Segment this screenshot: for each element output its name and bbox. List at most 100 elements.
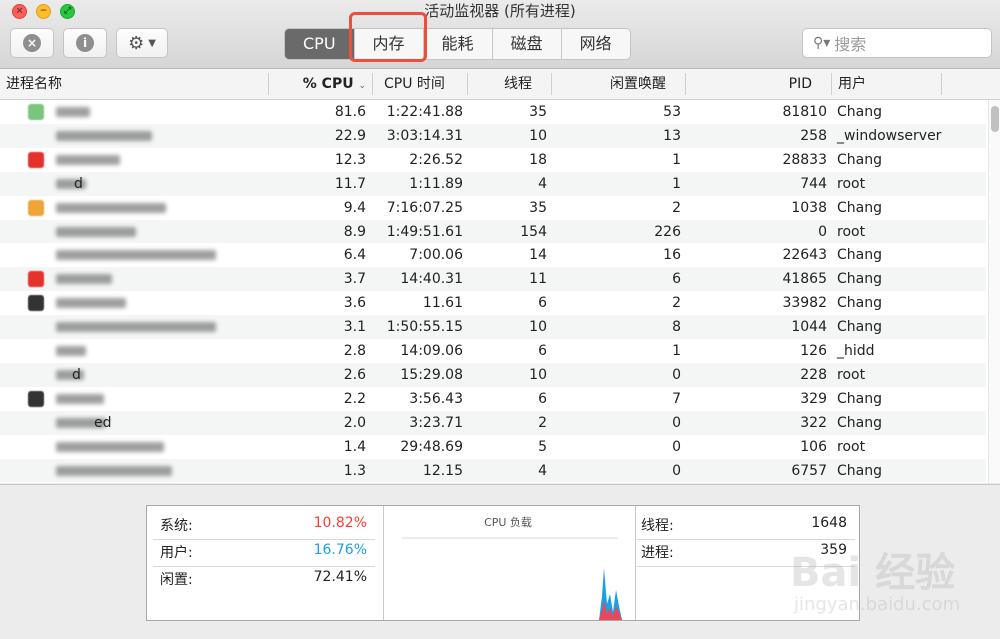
pid: 0 <box>818 223 827 240</box>
column-user[interactable]: 用户 <box>838 69 866 99</box>
table-row[interactable]: 3.6 11.61 6 2 33982 Chang <box>0 291 986 315</box>
close-icon: × <box>15 6 24 16</box>
app-icon <box>28 104 44 120</box>
cpu-percent: 6.4 <box>343 247 366 264</box>
action-menu-button[interactable]: ⚙ ▼ <box>116 28 168 58</box>
table-row[interactable]: 22.9 3:03:14.31 10 13 258 _windowserver <box>0 123 986 148</box>
cpu-time: 12.15 <box>422 462 463 479</box>
idle-wakeups: 0 <box>672 366 681 383</box>
column-cpu-time[interactable]: CPU 时间 <box>384 69 445 99</box>
column-process-name[interactable]: 进程名称 <box>6 69 62 99</box>
cpu-percent: 3.6 <box>343 295 366 312</box>
threads: 154 <box>520 223 547 240</box>
idle-wakeups: 16 <box>663 247 681 264</box>
threads: 2 <box>538 414 547 431</box>
app-icon <box>28 295 44 312</box>
cpu-time: 3:23.71 <box>409 414 463 431</box>
info-button[interactable]: i <box>63 28 107 58</box>
table-row[interactable]: 8.9 1:49:51.61 154 226 0 root <box>0 219 986 244</box>
table-row[interactable]: 3.1 1:50:55.15 10 8 1044 Chang <box>0 315 986 339</box>
cpu-time: 1:11.89 <box>409 175 463 192</box>
table-row[interactable]: d 11.7 1:11.89 4 1 744 root <box>0 171 986 196</box>
info-icon: i <box>76 34 94 52</box>
baidu-watermark: Bai 经验 <box>790 550 956 596</box>
cpu-time: 1:22:41.88 <box>386 104 463 120</box>
pid: 744 <box>800 175 827 192</box>
cpu-time: 1:49:51.61 <box>386 223 463 240</box>
threads: 10 <box>529 319 547 336</box>
blurred-process-name <box>56 298 126 309</box>
pid: 106 <box>800 438 827 455</box>
user: root <box>837 223 866 240</box>
stop-process-button[interactable]: × <box>10 28 54 58</box>
table-row[interactable]: 1.3 12.15 4 0 6757 Chang <box>0 458 986 483</box>
cpu-percent: 3.1 <box>343 319 366 336</box>
table-row[interactable]: 9.4 7:16:07.25 35 2 1038 Chang <box>0 196 986 220</box>
idle-wakeups: 2 <box>672 199 681 216</box>
threads: 35 <box>529 199 547 216</box>
process-name-visible: ed <box>94 414 112 431</box>
pid: 81810 <box>782 104 827 120</box>
cpu-percent: 2.0 <box>343 414 366 431</box>
cpu-load-chart <box>402 537 622 620</box>
user: Chang <box>837 295 882 312</box>
close-button[interactable]: × <box>12 4 27 19</box>
threads: 35 <box>529 104 547 120</box>
column-pid[interactable]: PID <box>700 69 812 99</box>
table-row[interactable]: 12.3 2:26.52 18 1 28833 Chang <box>0 148 986 172</box>
table-scrollbar[interactable] <box>988 100 1000 483</box>
threads-label: 线程: <box>641 518 674 534</box>
pid: 1044 <box>791 319 827 336</box>
user: Chang <box>837 247 882 264</box>
cpu-percent: 11.7 <box>334 175 366 192</box>
cpu-time: 3:56.43 <box>409 390 463 407</box>
table-row[interactable]: 3.7 14:40.31 11 6 41865 Chang <box>0 267 986 292</box>
user: _windowserver <box>837 127 942 144</box>
zoom-button[interactable]: ⤢ <box>60 4 75 19</box>
minimize-button[interactable]: − <box>36 4 51 19</box>
column-threads[interactable]: 线程 <box>470 69 532 99</box>
table-row[interactable]: 2.8 14:09.06 6 1 126 _hidd <box>0 339 986 363</box>
cpu-time: 3:03:14.31 <box>386 127 463 144</box>
user: Chang <box>837 462 882 479</box>
cpu-percent: 81.6 <box>334 104 366 120</box>
blurred-process-name <box>56 346 86 356</box>
table-header: 进程名称 % CPU ⌄ CPU 时间 线程 闲置唤醒 PID 用户 <box>0 69 1000 100</box>
blurred-process-name <box>56 322 216 333</box>
column-idle-wakeups[interactable]: 闲置唤醒 <box>560 69 666 99</box>
idle-wakeups: 53 <box>663 104 681 120</box>
tab-cpu[interactable]: CPU <box>285 29 355 59</box>
search-icon: ⚲▾ <box>813 35 831 51</box>
title-bar: 活动监视器 (所有进程) × − ⤢ × i ⚙ ▼ CPU 内存 能耗 磁盘 … <box>0 0 1000 69</box>
view-tabs: CPU 内存 能耗 磁盘 网络 <box>284 28 631 60</box>
chevron-down-icon: ▼ <box>148 37 156 49</box>
app-icon <box>28 271 44 288</box>
table-row[interactable]: d 2.6 15:29.08 10 0 228 root <box>0 362 986 387</box>
cpu-percent: 2.2 <box>343 390 366 407</box>
tab-disk[interactable]: 磁盘 <box>493 29 562 59</box>
process-name-visible: d <box>72 366 81 383</box>
table-row[interactable]: 2.2 3:56.43 6 7 329 Chang <box>0 387 986 411</box>
sort-desc-icon: ⌄ <box>358 81 366 91</box>
app-icon <box>28 390 44 407</box>
tab-energy[interactable]: 能耗 <box>424 29 493 59</box>
scrollbar-thumb[interactable] <box>991 106 999 132</box>
cpu-time: 29:48.69 <box>400 438 463 455</box>
table-row[interactable]: 6.4 7:00.06 14 16 22643 Chang <box>0 243 986 267</box>
user-value: 16.76% <box>313 542 367 558</box>
pid: 6757 <box>791 462 827 479</box>
app-icon <box>28 151 44 168</box>
pid: 28833 <box>782 151 827 168</box>
tab-network[interactable]: 网络 <box>562 29 630 59</box>
idle-wakeups: 1 <box>672 175 681 192</box>
column-cpu[interactable]: % CPU ⌄ <box>270 69 366 99</box>
table-row[interactable]: ed 2.0 3:23.71 2 0 322 Chang <box>0 410 986 435</box>
pid: 126 <box>800 343 827 359</box>
threads: 10 <box>529 127 547 144</box>
table-row[interactable]: 1.4 29:48.69 5 0 106 root <box>0 435 986 459</box>
blurred-process-name <box>56 441 164 452</box>
table-row[interactable]: 81.6 1:22:41.88 35 53 81810 Chang <box>0 100 986 124</box>
cpu-time: 7:00.06 <box>409 247 463 264</box>
search-input[interactable]: ⚲▾ 搜索 <box>802 28 992 58</box>
process-table: 81.6 1:22:41.88 35 53 81810 Chang 22.9 3:03:14.… <box>0 100 1000 483</box>
